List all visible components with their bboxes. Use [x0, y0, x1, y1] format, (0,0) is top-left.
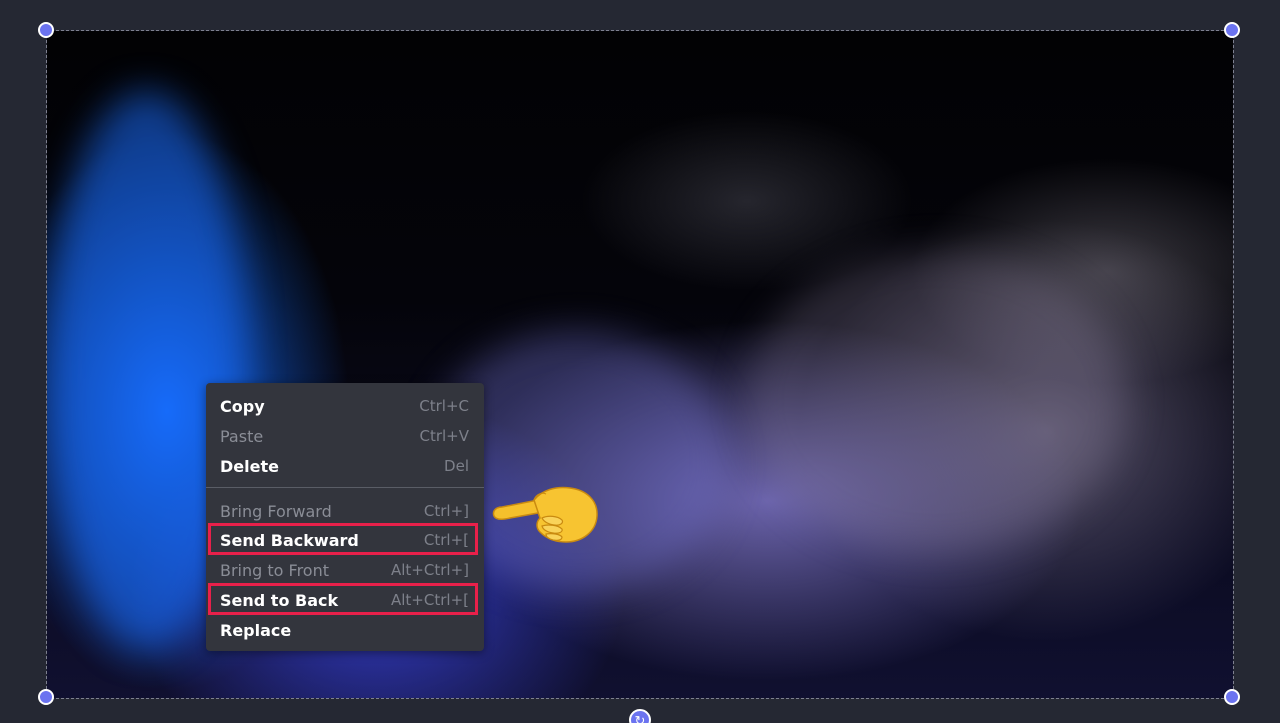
resize-handle-bottom-left[interactable]: [38, 689, 54, 705]
menu-item-label: Bring to Front: [220, 560, 329, 580]
menu-item-label: Bring Forward: [220, 501, 332, 521]
menu-item-bring-to-front[interactable]: Bring to Front Alt+Ctrl+]: [206, 555, 484, 585]
rotate-handle[interactable]: ↻: [629, 709, 651, 723]
smoke-haze: [747, 251, 1127, 551]
editor-stage: ↻ Copy Ctrl+C Paste Ctrl+V Delete Del Br…: [0, 0, 1280, 723]
menu-item-bring-forward[interactable]: Bring Forward Ctrl+]: [206, 496, 484, 526]
menu-item-label: Delete: [220, 456, 279, 476]
resize-handle-top-right[interactable]: [1224, 22, 1240, 38]
resize-handle-bottom-right[interactable]: [1224, 689, 1240, 705]
context-menu: Copy Ctrl+C Paste Ctrl+V Delete Del Brin…: [206, 383, 484, 651]
menu-item-shortcut: Ctrl+]: [423, 502, 469, 520]
menu-item-send-backward[interactable]: Send Backward Ctrl+[: [206, 525, 484, 555]
menu-item-replace[interactable]: Replace: [206, 615, 484, 645]
menu-item-shortcut: Alt+Ctrl+[: [391, 591, 469, 609]
pointing-hand-icon: [492, 486, 598, 543]
menu-item-send-to-back[interactable]: Send to Back Alt+Ctrl+[: [206, 585, 484, 615]
menu-item-shortcut: Ctrl+V: [419, 427, 469, 445]
resize-handle-top-left[interactable]: [38, 22, 54, 38]
menu-item-label: Paste: [220, 426, 264, 446]
menu-item-copy[interactable]: Copy Ctrl+C: [206, 391, 484, 421]
menu-item-shortcut: Alt+Ctrl+]: [391, 561, 469, 579]
menu-item-label: Replace: [220, 620, 292, 640]
menu-item-label: Send to Back: [220, 590, 339, 610]
menu-item-label: Copy: [220, 396, 265, 416]
menu-divider: [206, 487, 484, 488]
menu-item-shortcut: Ctrl+C: [419, 397, 469, 415]
menu-item-label: Send Backward: [220, 530, 359, 550]
menu-item-paste[interactable]: Paste Ctrl+V: [206, 421, 484, 451]
menu-item-shortcut: Del: [444, 457, 469, 475]
menu-item-shortcut: Ctrl+[: [423, 531, 469, 549]
rotate-icon: ↻: [634, 712, 646, 723]
menu-item-delete[interactable]: Delete Del: [206, 451, 484, 481]
